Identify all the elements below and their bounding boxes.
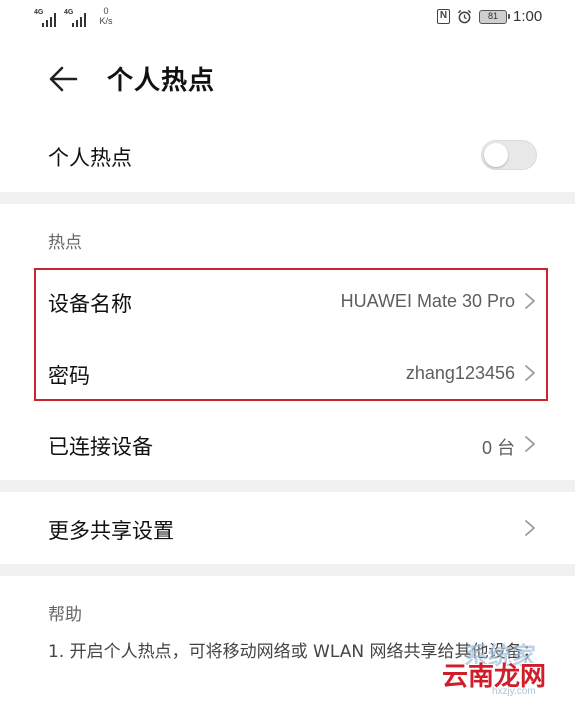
- watermark-url: hxzjy.com: [492, 686, 536, 697]
- network-speed: 0 K/s: [94, 6, 118, 26]
- status-time: 1:00: [513, 8, 543, 25]
- connected-devices-value: 0 台: [481, 438, 515, 458]
- alarm-clock-icon: [457, 9, 472, 24]
- nfc-icon: N: [437, 9, 450, 24]
- connected-devices-label: 已连接设备: [48, 435, 153, 459]
- device-name-value: HUAWEI Mate 30 Pro: [340, 291, 515, 311]
- section-divider: [0, 564, 575, 576]
- title-bar: 个人热点: [0, 52, 575, 108]
- section-divider: [0, 192, 575, 204]
- password-row[interactable]: 密码 zhang123456: [0, 342, 575, 400]
- more-sharing-settings-row[interactable]: 更多共享设置: [0, 500, 575, 558]
- page-title: 个人热点: [107, 66, 216, 96]
- help-text: 1. 开启个人热点，可将移动网络或 WLAN 网络共享给其他设备；: [48, 642, 540, 662]
- hotspot-switch[interactable]: [481, 140, 537, 170]
- hotspot-toggle-label: 个人热点: [48, 146, 132, 170]
- network-speed-unit: K/s: [99, 16, 113, 26]
- chevron-right-icon: [525, 520, 535, 536]
- password-label: 密码: [48, 364, 90, 388]
- more-sharing-settings-label: 更多共享设置: [48, 519, 174, 543]
- signal-strength-icon: 4G: [34, 9, 58, 29]
- connected-devices-row[interactable]: 已连接设备 0 台: [0, 414, 575, 472]
- chevron-right-icon: [525, 293, 535, 309]
- battery-level: 81: [487, 11, 498, 21]
- section-header-help: 帮助: [48, 605, 82, 625]
- battery-icon: 81: [479, 10, 510, 24]
- password-value: zhang123456: [405, 363, 515, 383]
- chevron-right-icon: [525, 436, 535, 452]
- section-header-hotspot: 热点: [48, 233, 82, 253]
- device-name-label: 设备名称: [48, 292, 132, 316]
- back-arrow-icon[interactable]: [44, 64, 84, 94]
- section-divider: [0, 480, 575, 492]
- device-name-row[interactable]: 设备名称 HUAWEI Mate 30 Pro: [0, 272, 575, 330]
- signal-strength-icon: 4G: [64, 9, 88, 29]
- switch-knob: [484, 143, 508, 167]
- network-speed-value: 0: [103, 6, 109, 16]
- chevron-right-icon: [525, 365, 535, 381]
- status-bar: 4G 4G 0 K/s N 81 1:00: [0, 0, 575, 36]
